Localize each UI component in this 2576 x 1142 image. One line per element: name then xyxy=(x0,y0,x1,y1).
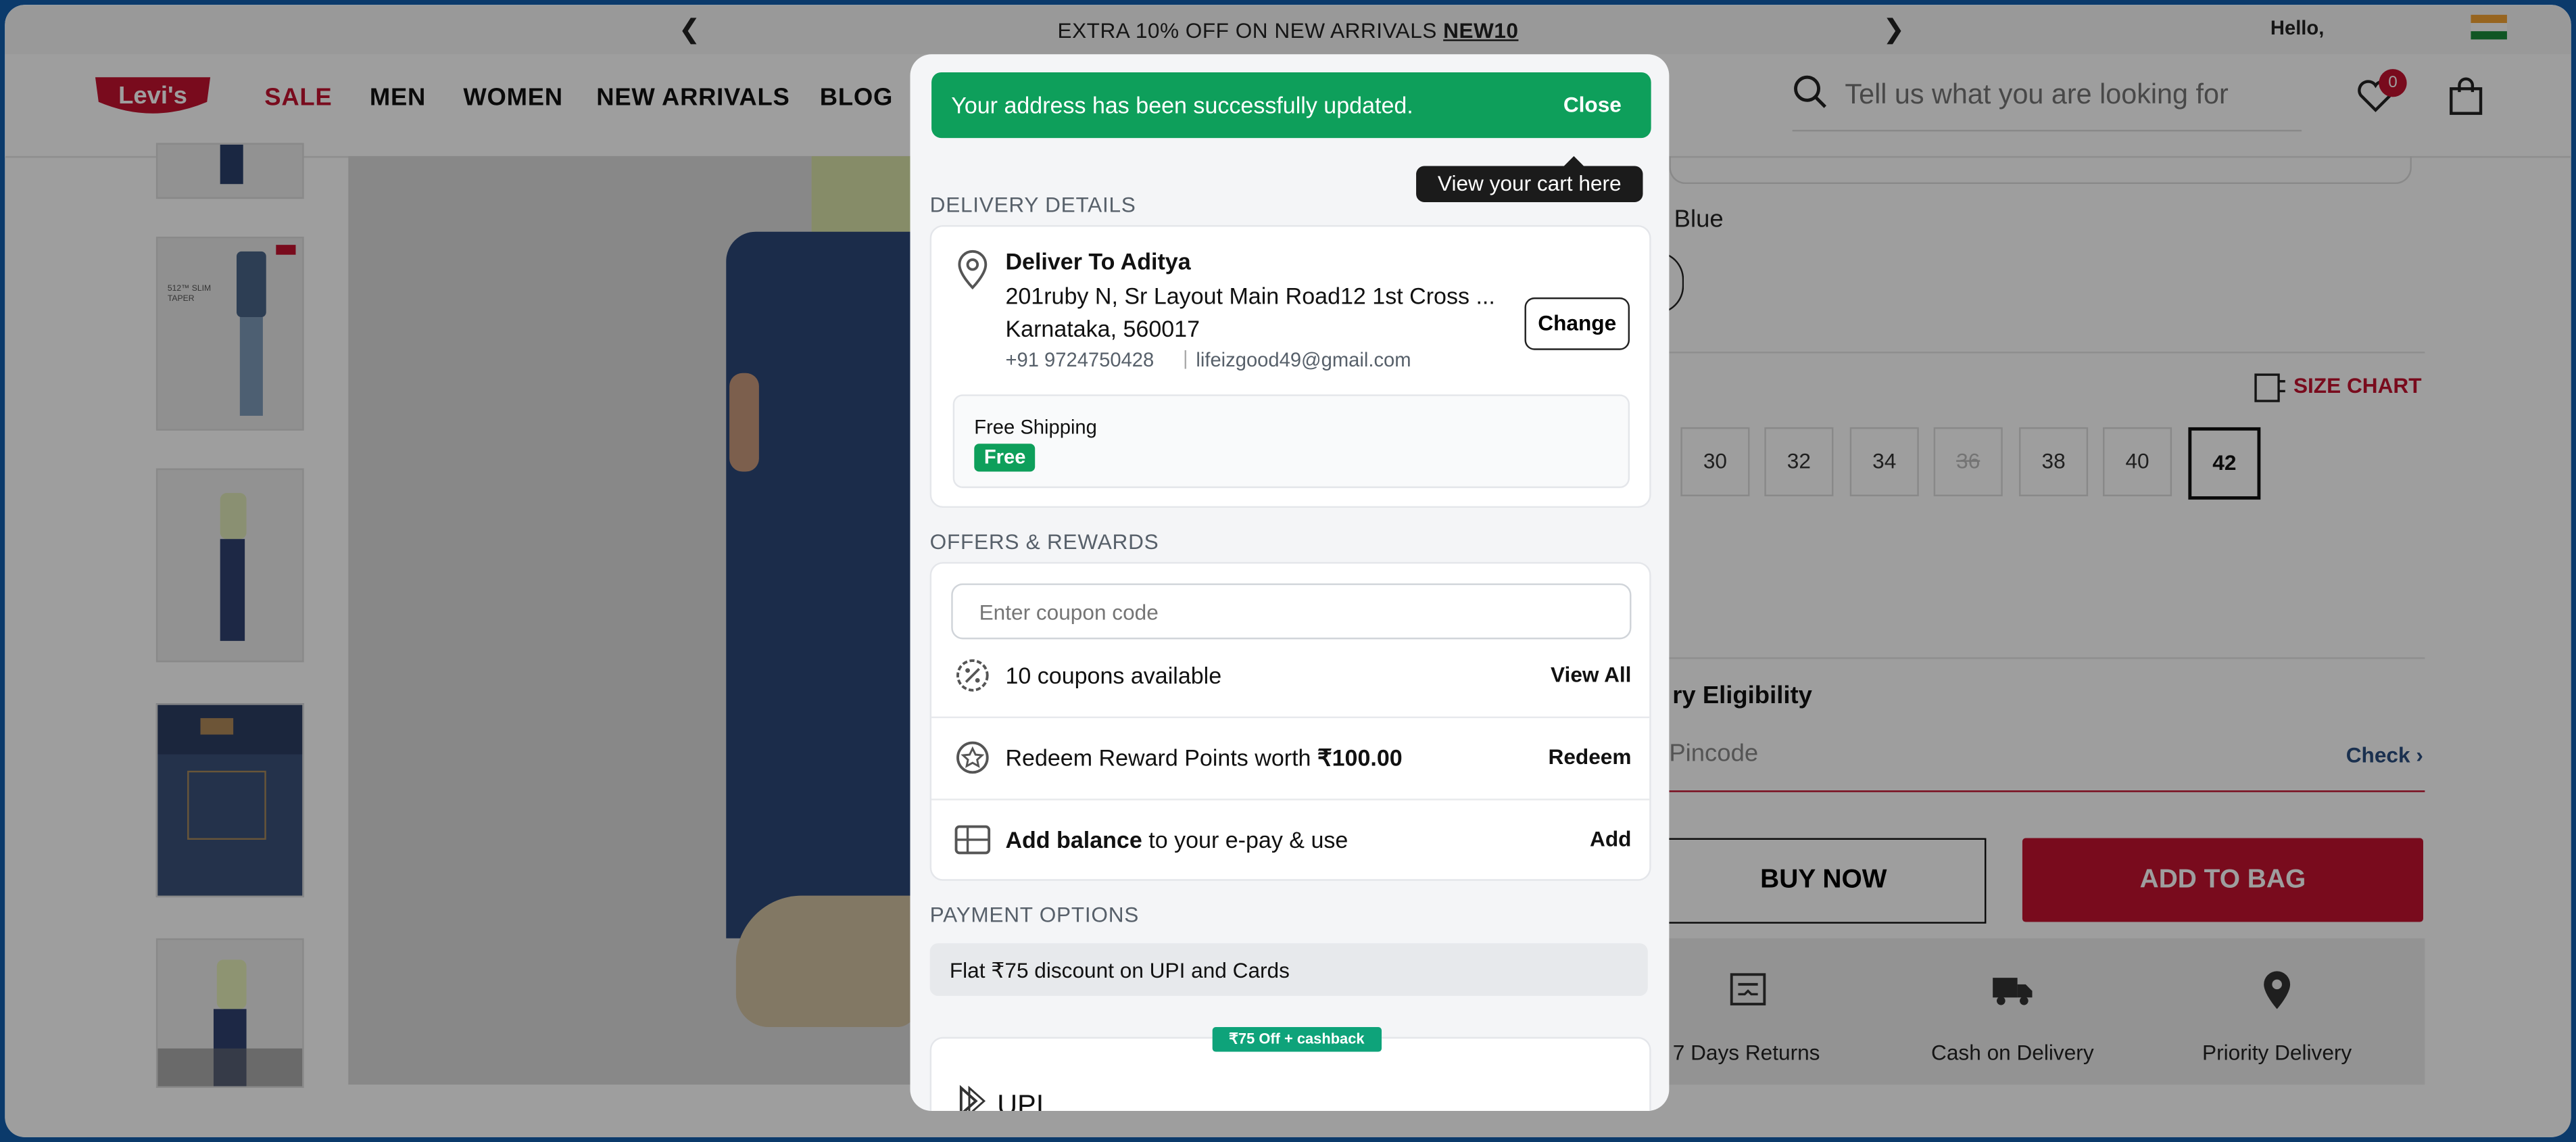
add-balance-text: Add balance to your e-pay & use xyxy=(1005,826,1348,853)
offers-heading: OFFERS & REWARDS xyxy=(929,529,1159,554)
redeem-points-text: Redeem Reward Points worth ₹100.00 xyxy=(1005,744,1403,771)
payment-discount-banner: Flat ₹75 discount on UPI and Cards xyxy=(929,943,1648,996)
delivery-details-heading: DELIVERY DETAILS xyxy=(929,192,1136,217)
coupon-field xyxy=(951,583,1632,640)
redeem-button[interactable]: Redeem xyxy=(1549,744,1632,769)
address-line-2: Karnataka, 560017 xyxy=(1005,315,1200,342)
address-line-1: 201ruby N, Sr Layout Main Road12 1st Cro… xyxy=(1005,283,1495,309)
toast-close-button[interactable]: Close xyxy=(1563,92,1622,116)
free-shipping-badge: Free xyxy=(974,444,1036,472)
gift-card-icon xyxy=(954,825,991,855)
divider xyxy=(931,716,1650,719)
cashback-tag: ₹75 Off + cashback xyxy=(1212,1027,1381,1052)
payment-discount-text: Flat ₹75 discount on UPI and Cards xyxy=(949,957,1290,983)
coupons-available-text: 10 coupons available xyxy=(1005,662,1222,689)
location-pin-icon xyxy=(958,249,988,290)
browser-frame: ❮ EXTRA 10% OFF ON NEW ARRIVALS NEW10 ❯ … xyxy=(5,5,2571,1137)
delivery-card: Deliver To Aditya 201ruby N, Sr Layout M… xyxy=(929,224,1651,508)
redeem-amount: ₹100.00 xyxy=(1317,744,1403,771)
upi-logo-icon xyxy=(959,1085,986,1112)
cart-tooltip: View your cart here xyxy=(1416,156,1643,202)
checkout-modal: Your address has been successfully updat… xyxy=(910,54,1670,1112)
offers-card: 10 coupons available View All Redeem Rew… xyxy=(929,562,1651,881)
upi-label: UPI xyxy=(997,1089,1044,1112)
success-toast: Your address has been successfully updat… xyxy=(931,72,1651,139)
add-balance-button[interactable]: Add xyxy=(1590,827,1631,851)
coupon-percent-icon xyxy=(956,659,989,692)
contact-divider: | xyxy=(1182,346,1188,370)
shipping-label: Free Shipping xyxy=(974,415,1097,439)
toast-message: Your address has been successfully updat… xyxy=(951,92,1413,118)
payment-options-heading: PAYMENT OPTIONS xyxy=(929,902,1140,927)
phone-number: +91 9724750428 xyxy=(1005,348,1155,372)
coupon-code-input[interactable] xyxy=(975,598,1607,627)
shipping-option: Free Shipping Free xyxy=(952,394,1630,488)
deliver-to-name: Deliver To Aditya xyxy=(1005,248,1191,275)
email-address: lifeizgood49@gmail.com xyxy=(1196,348,1411,372)
change-address-button[interactable]: Change xyxy=(1524,297,1630,350)
divider xyxy=(931,799,1650,801)
view-all-coupons-link[interactable]: View All xyxy=(1551,662,1631,686)
reward-star-icon xyxy=(956,741,989,774)
